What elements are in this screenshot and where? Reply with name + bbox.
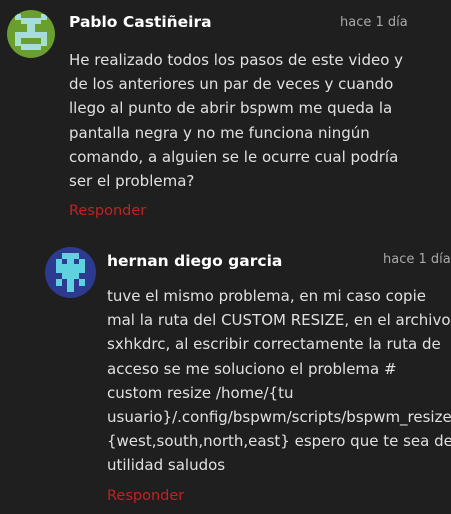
comment-author[interactable]: hernan diego garcia (107, 252, 282, 270)
comment-author[interactable]: Pablo Castiñeira (69, 13, 212, 31)
comment-reply: hernan diego garcia hace 1 día tuve el m… (0, 230, 451, 514)
avatar[interactable] (45, 247, 96, 298)
comment-text: He realizado todos los pasos de este vid… (69, 51, 404, 191)
reply-button[interactable]: Responder (69, 203, 146, 219)
comment-timestamp[interactable]: hace 1 día (383, 252, 451, 267)
reply-button[interactable]: Responder (107, 488, 184, 504)
comment-text: tuve el mismo problema, en mi caso copie… (107, 287, 451, 475)
avatar[interactable] (7, 10, 55, 58)
comment: Pablo Castiñeira hace 1 día He realizado… (0, 0, 451, 230)
comment-timestamp[interactable]: hace 1 día (340, 15, 408, 30)
